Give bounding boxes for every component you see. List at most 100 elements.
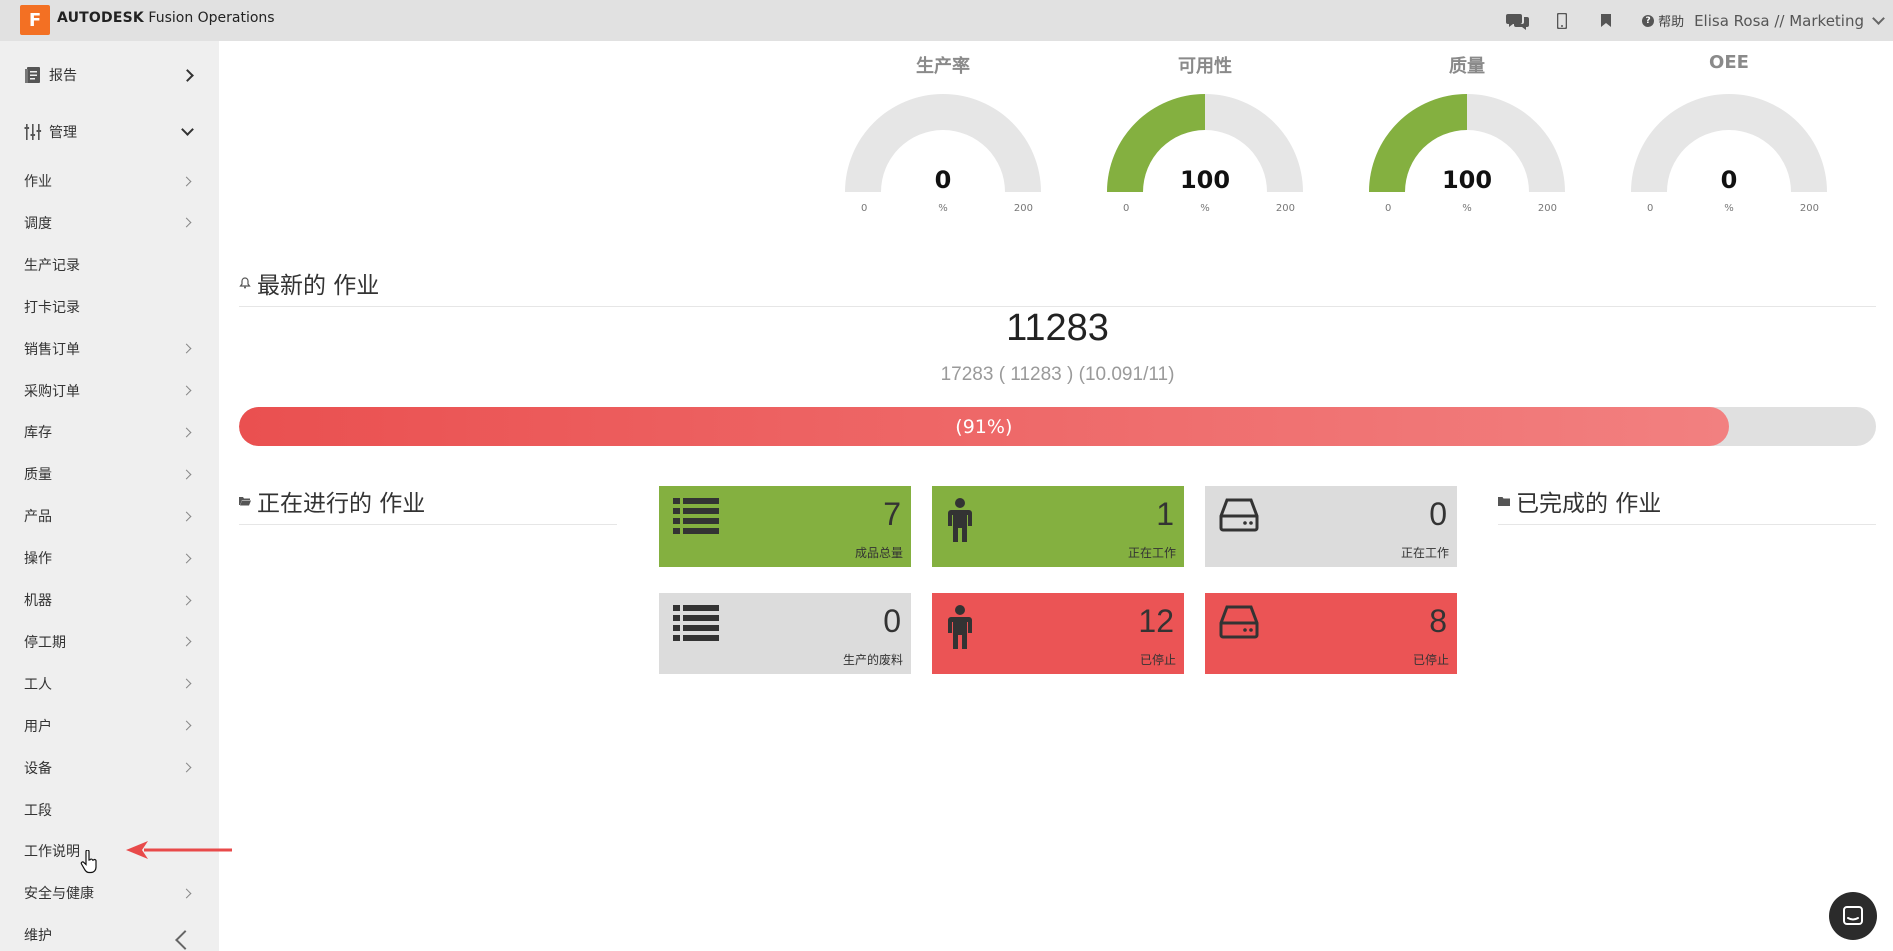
sidebar-item-label: 工段 bbox=[24, 802, 52, 819]
sidebar-item-label: 用户 bbox=[24, 718, 52, 735]
sidebar-item[interactable]: 销售订单 bbox=[0, 328, 219, 370]
machine-icon bbox=[1219, 498, 1259, 536]
tile-value: 7 bbox=[883, 496, 901, 532]
folder-icon bbox=[1498, 497, 1510, 506]
gauge-value: 100 bbox=[1179, 166, 1231, 194]
gauge-title: OEE bbox=[1709, 52, 1749, 73]
chevron-right-icon bbox=[181, 176, 192, 186]
chevron-right-icon bbox=[181, 678, 192, 689]
sliders-icon bbox=[24, 124, 42, 140]
sidebar-section-label: 报告 bbox=[49, 68, 77, 84]
chevron-right-icon bbox=[181, 343, 192, 354]
tile-label: 已停止 bbox=[1139, 653, 1176, 667]
app-logo[interactable]: F bbox=[20, 5, 50, 35]
tile-value: 0 bbox=[1429, 496, 1447, 532]
chevron-right-icon bbox=[181, 595, 192, 605]
sidebar-item[interactable]: 停工期 bbox=[0, 621, 219, 663]
sidebar-section-reports[interactable]: 报告 bbox=[0, 55, 219, 95]
chevron-right-icon bbox=[181, 385, 192, 396]
sidebar-item[interactable]: 设备 bbox=[0, 747, 219, 789]
tile-value: 8 bbox=[1429, 603, 1447, 639]
tile-label: 正在工作 bbox=[1400, 546, 1449, 560]
sidebar-item[interactable]: 生产记录 bbox=[0, 244, 219, 286]
chevron-right-icon bbox=[181, 217, 192, 228]
top-bar: F AUTODESK Fusion Operations ? 帮助 Elisa … bbox=[0, 0, 1893, 41]
latest-job-heading: 最新的 作业 bbox=[239, 266, 1876, 307]
sidebar-item[interactable]: 机器 bbox=[0, 579, 219, 621]
chat-icon[interactable] bbox=[1496, 0, 1540, 41]
brand-bold: AUTODESK bbox=[57, 10, 144, 26]
sidebar-item[interactable]: 采购订单 bbox=[0, 370, 219, 412]
gauge-max: 200 bbox=[1537, 203, 1557, 214]
sidebar-item[interactable]: 用户 bbox=[0, 705, 219, 747]
tile-value: 12 bbox=[1138, 603, 1174, 639]
latest-job-number[interactable]: 11283 bbox=[239, 307, 1876, 350]
stat-tile[interactable]: 7 成品总量 bbox=[659, 486, 911, 567]
stat-tile[interactable]: 12 已停止 bbox=[932, 593, 1184, 674]
top-right-actions: ? 帮助 Elisa Rosa // Marketing bbox=[1496, 0, 1885, 41]
sidebar-item[interactable]: 作业 bbox=[0, 160, 219, 202]
user-name: Elisa Rosa // Marketing bbox=[1694, 11, 1864, 30]
sidebar-item-label: 设备 bbox=[24, 760, 52, 777]
logo-letter: F bbox=[28, 9, 42, 31]
gauge-max: 200 bbox=[1799, 203, 1819, 214]
chevron-right-icon bbox=[181, 553, 192, 564]
support-chat-button[interactable] bbox=[1829, 892, 1877, 940]
sidebar: 报告 管理 作业 调度生产记录打卡记录销售订单采购订单 库存质量产品操作机器停工期工… bbox=[0, 41, 219, 951]
sidebar-item[interactable]: 打卡记录 bbox=[0, 286, 219, 328]
stat-tile[interactable]: 0 正在工作 bbox=[1205, 486, 1457, 567]
tile-label: 已停止 bbox=[1412, 653, 1449, 667]
stat-tile[interactable]: 0 生产的废料 bbox=[659, 593, 911, 674]
sidebar-item-label: 产品 bbox=[24, 509, 52, 526]
user-menu[interactable]: Elisa Rosa // Marketing bbox=[1694, 11, 1885, 30]
app-title: AUTODESK Fusion Operations bbox=[57, 10, 275, 26]
chevron-right-icon bbox=[181, 511, 192, 522]
latest-job-title: 最新的 作业 bbox=[257, 273, 380, 299]
completed-heading: 已完成的 作业 bbox=[1498, 484, 1876, 525]
sidebar-item-label: 打卡记录 bbox=[24, 299, 80, 316]
worker-icon bbox=[946, 605, 974, 653]
help-label: 帮助 bbox=[1658, 15, 1685, 30]
sidebar-item[interactable]: 安全与健康 bbox=[0, 872, 219, 914]
sidebar-item[interactable]: 调度 bbox=[0, 202, 219, 244]
sidebar-item-label: 机器 bbox=[24, 593, 52, 609]
sidebar-section-manage[interactable]: 管理 bbox=[0, 112, 219, 152]
sidebar-item[interactable]: 工人 bbox=[0, 663, 219, 705]
folder-open-icon bbox=[239, 497, 251, 506]
chevron-right-icon bbox=[181, 762, 192, 773]
sidebar-item[interactable]: 库存 bbox=[0, 411, 219, 453]
chevron-down-icon bbox=[181, 123, 194, 136]
chevron-right-icon bbox=[181, 888, 192, 899]
in-progress-heading: 正在进行的 作业 bbox=[239, 484, 617, 525]
sidebar-item[interactable]: 质量 bbox=[0, 453, 219, 495]
report-icon bbox=[25, 67, 40, 83]
list-icon bbox=[673, 498, 719, 540]
gauge-title: 可用性 bbox=[1178, 56, 1232, 77]
stat-tile[interactable]: 8 已停止 bbox=[1205, 593, 1457, 674]
gauge: OEE 0 0 % 200 bbox=[1629, 46, 1829, 221]
sidebar-item[interactable]: 工段 bbox=[0, 789, 219, 831]
gauge: 生产率 0 0 % 200 bbox=[843, 46, 1043, 221]
sidebar-item[interactable]: 产品 bbox=[0, 495, 219, 537]
chevron-right-icon bbox=[181, 427, 192, 438]
sidebar-item[interactable]: 操作 bbox=[0, 537, 219, 579]
mobile-icon[interactable] bbox=[1540, 0, 1584, 41]
gauge: 可用性 100 0 % 200 bbox=[1105, 46, 1305, 221]
sidebar-item-label: 工作说明 bbox=[24, 844, 80, 861]
worker-icon bbox=[946, 498, 974, 546]
sidebar-item-label: 停工期 bbox=[24, 634, 66, 651]
list-icon bbox=[673, 605, 719, 647]
chevron-right-icon bbox=[181, 720, 192, 731]
bookmark-icon[interactable] bbox=[1584, 0, 1628, 41]
help-icon: ? bbox=[1642, 14, 1655, 27]
sidebar-item-label: 销售订单 bbox=[24, 341, 80, 358]
sidebar-item-label: 质量 bbox=[24, 467, 52, 484]
stat-tile[interactable]: 1 正在工作 bbox=[932, 486, 1184, 567]
tile-label: 正在工作 bbox=[1127, 546, 1176, 560]
help-link[interactable]: ? 帮助 bbox=[1628, 11, 1694, 30]
job-progress-fill: (91%) bbox=[239, 407, 1729, 446]
sidebar-item-label: 生产记录 bbox=[24, 257, 80, 274]
hand-cursor-icon bbox=[80, 850, 97, 874]
machine-icon bbox=[1219, 605, 1259, 643]
chevron-right-icon bbox=[181, 469, 192, 480]
